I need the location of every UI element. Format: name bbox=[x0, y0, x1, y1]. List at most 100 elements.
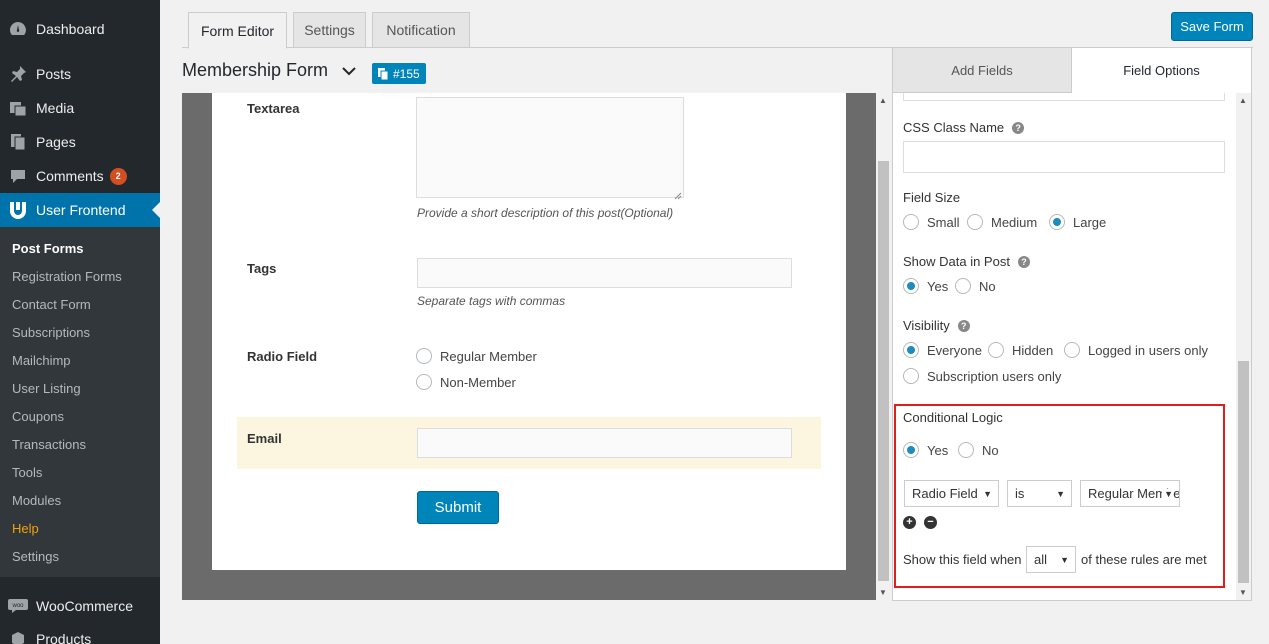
radio-button-checked[interactable] bbox=[903, 278, 919, 294]
help-icon[interactable]: ? bbox=[1012, 121, 1025, 134]
radio-button[interactable] bbox=[416, 374, 432, 390]
menu-comments[interactable]: Comments 2 bbox=[0, 159, 160, 193]
radio-option-non-member[interactable]: Non-Member bbox=[416, 374, 516, 390]
form-id: #155 bbox=[393, 66, 420, 81]
conditional-yes[interactable]: Yes bbox=[903, 442, 948, 458]
tab-add-fields[interactable]: Add Fields bbox=[893, 48, 1072, 93]
preview-scrollbar[interactable]: ▲ ▼ bbox=[876, 93, 891, 600]
submenu-settings[interactable]: Settings bbox=[12, 549, 59, 564]
submenu-post-forms[interactable]: Post Forms bbox=[12, 241, 84, 256]
help-icon[interactable]: ? bbox=[1017, 255, 1030, 268]
radio-button[interactable] bbox=[416, 348, 432, 364]
submenu-help[interactable]: Help bbox=[12, 521, 39, 536]
field-size-small[interactable]: Small bbox=[903, 214, 960, 230]
menu-woocommerce-label: WooCommerce bbox=[36, 598, 133, 614]
scroll-down-icon[interactable]: ▼ bbox=[1239, 588, 1247, 597]
radio-button-checked[interactable] bbox=[1049, 214, 1065, 230]
css-class-input[interactable] bbox=[903, 141, 1225, 173]
add-rule-plus-icon[interactable]: + bbox=[903, 516, 916, 529]
copy-icon bbox=[378, 67, 389, 80]
chevron-down-icon[interactable] bbox=[342, 66, 356, 76]
panel-scroll-thumb[interactable] bbox=[1238, 361, 1249, 583]
submenu-coupons[interactable]: Coupons bbox=[12, 409, 64, 424]
resize-grip-icon[interactable] bbox=[674, 188, 682, 200]
svg-text:woo: woo bbox=[11, 603, 24, 609]
tab-field-options[interactable]: Field Options bbox=[1072, 48, 1251, 93]
menu-posts[interactable]: Posts bbox=[0, 57, 160, 91]
menu-products[interactable]: Products bbox=[0, 622, 160, 644]
submenu-tools[interactable]: Tools bbox=[12, 465, 42, 480]
condition-value-select[interactable]: Regular Member ▼ bbox=[1080, 480, 1180, 507]
radio-option-label: Logged in users only bbox=[1088, 342, 1208, 358]
email-label: Email bbox=[247, 431, 282, 446]
css-class-label: CSS Class Name ? bbox=[903, 120, 1025, 135]
panel-scrollbar[interactable]: ▲ ▼ bbox=[1236, 93, 1251, 600]
radio-button[interactable] bbox=[967, 214, 983, 230]
show-data-label-text: Show Data in Post bbox=[903, 254, 1010, 269]
previous-field-input[interactable] bbox=[903, 93, 1225, 101]
show-data-no[interactable]: No bbox=[955, 278, 996, 294]
submenu-registration-forms[interactable]: Registration Forms bbox=[12, 269, 122, 284]
match-all-select[interactable]: all ▼ bbox=[1026, 546, 1076, 573]
help-icon[interactable]: ? bbox=[957, 319, 970, 332]
visibility-label-text: Visibility bbox=[903, 318, 950, 333]
form-title[interactable]: Membership Form bbox=[182, 60, 328, 81]
radio-button-checked[interactable] bbox=[903, 442, 919, 458]
textarea-field[interactable] bbox=[416, 97, 684, 200]
show-when-suffix: of these rules are met bbox=[1081, 552, 1207, 567]
submenu-transactions[interactable]: Transactions bbox=[12, 437, 86, 452]
condition-operator-select[interactable]: is ▼ bbox=[1007, 480, 1072, 507]
conditional-no[interactable]: No bbox=[958, 442, 999, 458]
submenu-mailchimp[interactable]: Mailchimp bbox=[12, 353, 71, 368]
radio-button[interactable] bbox=[1064, 342, 1080, 358]
radio-option-label: No bbox=[982, 442, 999, 458]
radio-option-label: Everyone bbox=[927, 342, 982, 358]
visibility-subscription[interactable]: Subscription users only bbox=[903, 368, 1061, 384]
condition-field-select[interactable]: Radio Field ▼ bbox=[904, 480, 999, 507]
submenu-contact-form[interactable]: Contact Form bbox=[12, 297, 91, 312]
scroll-up-icon[interactable]: ▲ bbox=[879, 96, 887, 105]
menu-user-frontend[interactable]: User Frontend bbox=[0, 193, 160, 227]
menu-dashboard[interactable]: Dashboard bbox=[0, 12, 160, 46]
visibility-everyone[interactable]: Everyone bbox=[903, 342, 982, 358]
visibility-logged-in[interactable]: Logged in users only bbox=[1064, 342, 1208, 358]
radio-button[interactable] bbox=[958, 442, 974, 458]
menu-media-label: Media bbox=[36, 100, 75, 116]
radio-option-regular-member[interactable]: Regular Member bbox=[416, 348, 537, 364]
remove-rule-minus-icon[interactable]: − bbox=[924, 516, 937, 529]
form-id-badge[interactable]: #155 bbox=[372, 63, 426, 84]
radio-button[interactable] bbox=[955, 278, 971, 294]
email-input[interactable] bbox=[417, 428, 792, 458]
preview-scroll-thumb[interactable] bbox=[878, 161, 889, 581]
show-data-yes[interactable]: Yes bbox=[903, 278, 948, 294]
field-size-large[interactable]: Large bbox=[1049, 214, 1106, 230]
radio-button[interactable] bbox=[988, 342, 1004, 358]
pages-icon bbox=[8, 132, 28, 152]
radio-option-label: Subscription users only bbox=[927, 368, 1062, 384]
tab-settings[interactable]: Settings bbox=[293, 12, 366, 48]
tab-form-editor[interactable]: Form Editor bbox=[188, 12, 287, 49]
radio-button[interactable] bbox=[903, 368, 919, 384]
tab-notification[interactable]: Notification bbox=[372, 12, 470, 48]
scroll-down-icon[interactable]: ▼ bbox=[879, 588, 887, 597]
menu-pages[interactable]: Pages bbox=[0, 125, 160, 159]
radio-option-label: Small bbox=[927, 214, 960, 230]
radio-button-checked[interactable] bbox=[903, 342, 919, 358]
field-size-medium[interactable]: Medium bbox=[967, 214, 1037, 230]
scroll-up-icon[interactable]: ▲ bbox=[1239, 96, 1247, 105]
submenu-user-listing[interactable]: User Listing bbox=[12, 381, 81, 396]
submenu-modules[interactable]: Modules bbox=[12, 493, 61, 508]
show-when-prefix: Show this field when bbox=[903, 552, 1022, 567]
textarea-label: Textarea bbox=[247, 101, 300, 116]
condition-operator-value: is bbox=[1015, 486, 1025, 501]
submenu-subscriptions[interactable]: Subscriptions bbox=[12, 325, 90, 340]
tags-input[interactable] bbox=[417, 258, 792, 288]
save-form-button[interactable]: Save Form bbox=[1171, 12, 1253, 41]
menu-media[interactable]: Media bbox=[0, 91, 160, 125]
radio-button[interactable] bbox=[903, 214, 919, 230]
visibility-hidden[interactable]: Hidden bbox=[988, 342, 1053, 358]
radio-option-label: Regular Member bbox=[440, 348, 537, 364]
match-all-value: all bbox=[1034, 552, 1048, 567]
submit-button[interactable]: Submit bbox=[417, 491, 499, 524]
menu-woocommerce[interactable]: woo WooCommerce bbox=[0, 589, 160, 623]
